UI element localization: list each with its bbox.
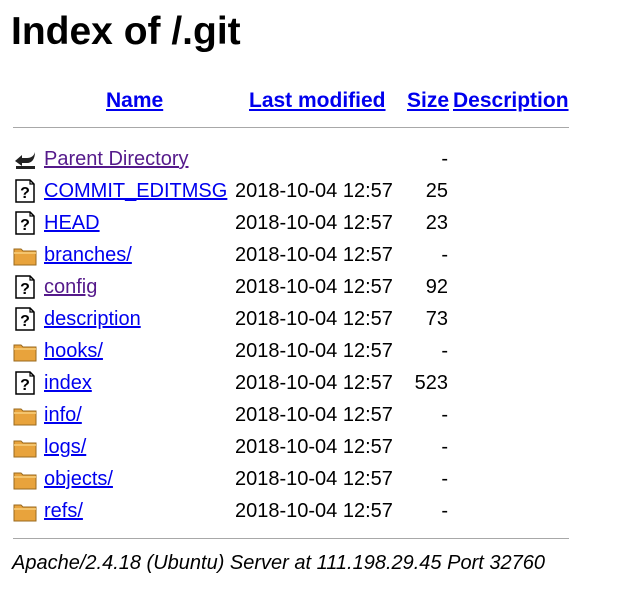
file-link[interactable]: refs/ [44,495,83,527]
modified-date: 2018-10-04 12:57 [235,468,393,490]
modified-date: 2018-10-04 12:57 [235,244,393,266]
modified-date: 2018-10-04 12:57 [235,340,393,362]
folder-icon [13,435,37,459]
file-link[interactable]: HEAD [44,207,100,239]
svg-text:?: ? [20,281,30,298]
file-size: 23 [425,212,448,234]
file-row: hooks/2018-10-04 12:57 - [0,335,600,367]
sort-by-last-modified-link[interactable]: Last modified [249,89,386,112]
file-size: - [441,404,448,426]
modified-date: 2018-10-04 12:57 [235,276,393,298]
svg-text:?: ? [20,217,30,234]
svg-text:?: ? [20,185,30,202]
parent-directory-link[interactable]: Parent Directory [44,143,189,175]
column-header-description[interactable]: Description [453,86,569,116]
file-size: - [441,468,448,490]
folder-icon [13,467,37,491]
unknown-file-icon: ? [13,211,37,235]
file-row: objects/2018-10-04 12:57 - [0,463,600,495]
file-row: refs/2018-10-04 12:57 - [0,495,600,527]
file-size: - [441,436,448,458]
modified-date: 2018-10-04 12:57 [235,404,393,426]
file-link[interactable]: logs/ [44,431,86,463]
server-signature: Apache/2.4.18 (Ubuntu) Server at 111.198… [12,552,545,574]
file-link[interactable]: index [44,367,92,399]
folder-icon [13,243,37,267]
file-size: 25 [425,180,448,202]
file-row: ? HEAD 2018-10-04 12:57 23 [0,207,600,239]
file-link[interactable]: COMMIT_EDITMSG [44,175,227,207]
back-icon [13,147,37,171]
file-row: info/2018-10-04 12:57 - [0,399,600,431]
sort-by-description-link[interactable]: Description [453,89,569,112]
sort-by-size-link[interactable]: Size [407,89,449,112]
file-row: ? COMMIT_EDITMSG 2018-10-04 12:57 25 [0,175,600,207]
unknown-file-icon: ? [13,307,37,331]
column-header-name[interactable]: Name [106,86,163,116]
modified-date: 2018-10-04 12:57 [235,436,393,458]
file-link[interactable]: description [44,303,141,335]
column-header-last-modified[interactable]: Last modified [249,86,386,116]
file-size: - [441,500,448,522]
file-row: logs/2018-10-04 12:57 - [0,431,600,463]
svg-text:?: ? [20,313,30,330]
modified-date: 2018-10-04 12:57 [235,308,393,330]
column-header-size[interactable]: Size [407,86,449,116]
parent-directory-row: Parent Directory - [0,143,600,175]
footer-divider [13,538,569,539]
file-size: 92 [425,276,448,298]
unknown-file-icon: ? [13,371,37,395]
parent-size: - [441,148,448,170]
file-row: ? description 2018-10-04 12:57 73 [0,303,600,335]
file-link[interactable]: branches/ [44,239,132,271]
modified-date: 2018-10-04 12:57 [235,180,393,202]
unknown-file-icon: ? [13,275,37,299]
file-link[interactable]: objects/ [44,463,113,495]
file-row: branches/2018-10-04 12:57 - [0,239,600,271]
unknown-file-icon: ? [13,179,37,203]
file-size: - [441,244,448,266]
file-size: - [441,340,448,362]
file-link[interactable]: hooks/ [44,335,103,367]
file-row: ? index 2018-10-04 12:57 523 [0,367,600,399]
file-row: ? config 2018-10-04 12:57 92 [0,271,600,303]
file-link[interactable]: info/ [44,399,82,431]
svg-text:?: ? [20,377,30,394]
file-size: 73 [425,308,448,330]
modified-date: 2018-10-04 12:57 [235,500,393,522]
page-title: Index of /.git [11,10,241,53]
modified-date: 2018-10-04 12:57 [235,372,393,394]
header-divider [13,127,569,128]
folder-icon [13,339,37,363]
file-size: 523 [414,372,448,394]
sort-by-name-link[interactable]: Name [106,89,163,112]
folder-icon [13,499,37,523]
folder-icon [13,403,37,427]
modified-date: 2018-10-04 12:57 [235,212,393,234]
file-link[interactable]: config [44,271,97,303]
